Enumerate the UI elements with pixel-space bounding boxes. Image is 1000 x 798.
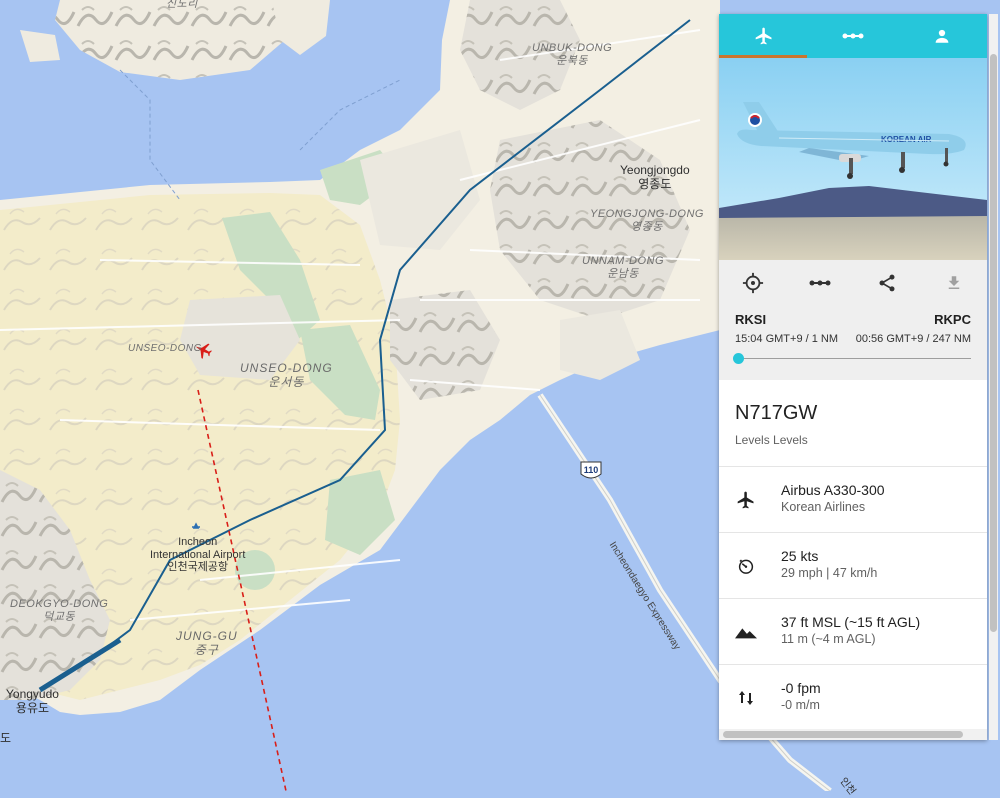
destination-airport[interactable]: RKPC (934, 306, 971, 327)
destination-time: 00:56 GMT+9 / 247 NM (855, 333, 971, 345)
map-label-sindo: 신도리 (166, 0, 198, 10)
tab-aircraft[interactable] (719, 14, 808, 58)
altitude-metric: 11 m (~4 m AGL) (781, 632, 876, 646)
map-label-airport: Incheon International Airport 인천국제공항 (150, 536, 246, 574)
registration: N717GW (735, 402, 818, 424)
info-row-altitude: 37 ft MSL (~15 ft AGL) 11 m (~4 m AGL) (719, 599, 987, 665)
track-button[interactable] (786, 260, 853, 306)
tab-pilot[interactable] (898, 14, 987, 58)
info-row-vertical-speed: -0 fpm -0 m/m (719, 665, 987, 731)
svg-text:110: 110 (584, 465, 599, 475)
map-label-yongyudo: Yongyudo 용유도 (6, 687, 59, 715)
person-icon (935, 29, 949, 43)
map-label-deokgyo-dong: DEOKGYO-DONG 덕교동 (10, 598, 109, 623)
route-progress-dot (732, 353, 744, 364)
horizontal-scrollbar-thumb[interactable] (723, 731, 963, 738)
origin-airport[interactable]: RKSI (735, 306, 766, 327)
map-label-unnam-dong: UNNAM-DONG 운남동 (582, 255, 664, 280)
vertical-arrows-icon (739, 690, 753, 705)
route-icon (842, 33, 864, 39)
aircraft-type-value: Airbus A330-300 (781, 482, 885, 498)
airline-value: Korean Airlines (781, 500, 866, 514)
route-summary: RKSI RKPC 15:04 GMT+9 / 1 NM 00:56 GMT+9… (719, 306, 987, 380)
map-label-edge: 도 (0, 731, 12, 745)
panel-tab-bar (719, 14, 987, 58)
panel-horizontal-scrollbar[interactable] (719, 729, 987, 740)
map-label-unseo-dong-small: UNSEO-DONG (128, 343, 202, 354)
map-label-unseo-dong: UNSEO-DONG 운서동 (240, 361, 333, 389)
route-progress-bar (732, 353, 971, 364)
tab-route[interactable] (808, 14, 897, 58)
vertical-scrollbar-thumb[interactable] (990, 54, 997, 632)
route-icon (809, 280, 830, 286)
info-row-aircraft-type: Airbus A330-300 Korean Airlines (719, 467, 987, 533)
airplane-icon (737, 491, 754, 508)
vertical-speed-value: -0 fpm (781, 680, 821, 696)
airplane-icon (755, 27, 772, 45)
speed-conversions: 29 mph | 47 km/h (781, 566, 878, 580)
registration-block: N717GW Levels Levels (719, 380, 987, 467)
route-shield: 110 (580, 461, 602, 479)
share-button[interactable] (853, 260, 920, 306)
aircraft-photo[interactable]: KOREAN AIR (719, 58, 987, 260)
aircraft-photo-image: KOREAN AIR (719, 58, 987, 260)
crosshair-icon (742, 272, 763, 294)
download-button[interactable] (920, 260, 987, 306)
altitude-value: 37 ft MSL (~15 ft AGL) (781, 614, 921, 630)
speedometer-icon (738, 558, 754, 574)
info-row-speed: 25 kts 29 mph | 47 km/h (719, 533, 987, 599)
map-label-unbuk-dong: UNBUK-DONG 운북동 (532, 42, 613, 67)
panel-vertical-scrollbar[interactable] (989, 14, 998, 740)
speed-value: 25 kts (781, 548, 819, 564)
download-icon (948, 276, 959, 289)
map-label-jung-gu: JUNG-GU 중구 (176, 629, 238, 657)
registration-subtitle: Levels Levels (735, 433, 808, 447)
map-label-yeongjongdo: Yeongjongdo 영종도 (620, 163, 690, 191)
flight-info-panel: KOREAN AIR RKSI RKPC 15:04 GMT+9 / 1 NM … (719, 14, 987, 740)
share-icon (879, 274, 894, 292)
map-label-yeongjong-dong: YEONGJONG-DONG 영종동 (590, 208, 704, 233)
mountain-icon (735, 627, 757, 638)
action-bar (719, 260, 987, 306)
origin-time: 15:04 GMT+9 / 1 NM (735, 333, 839, 345)
center-button[interactable] (719, 260, 786, 306)
vertical-speed-metric: -0 m/m (781, 698, 820, 712)
